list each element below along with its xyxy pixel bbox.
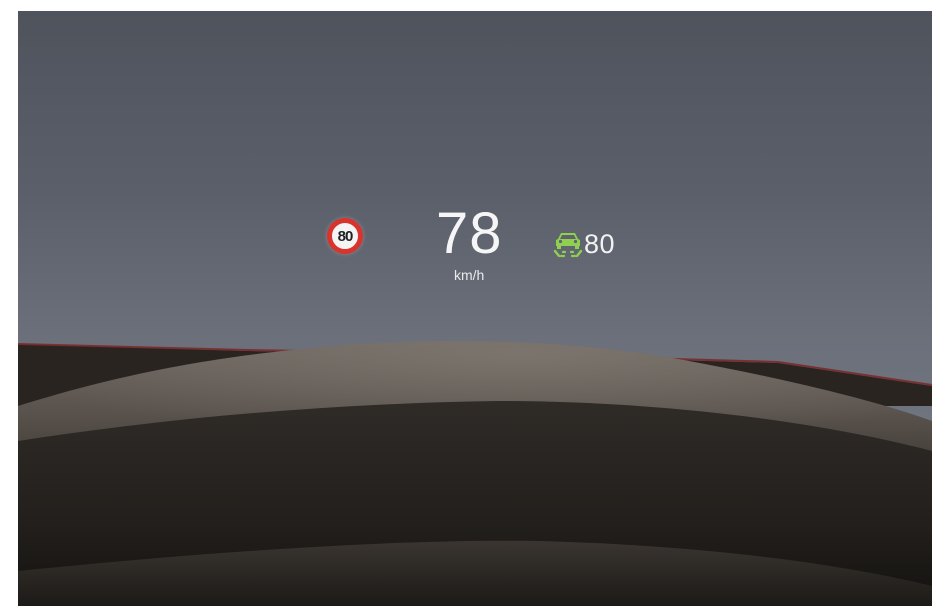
cruise-set-speed: 80 [584,228,616,259]
speed-limit-sign-icon: 80 [327,218,363,254]
cruise-control-indicator: 80 [552,229,615,259]
head-up-display: 80 78 km/h 80 [18,11,932,311]
current-speed: 78 [436,201,503,266]
speed-limit-value: 80 [337,227,354,245]
windshield-view: 80 78 km/h 80 [18,11,932,606]
speed-unit-label: km/h [454,267,485,283]
adaptive-cruise-control-icon [553,233,583,258]
